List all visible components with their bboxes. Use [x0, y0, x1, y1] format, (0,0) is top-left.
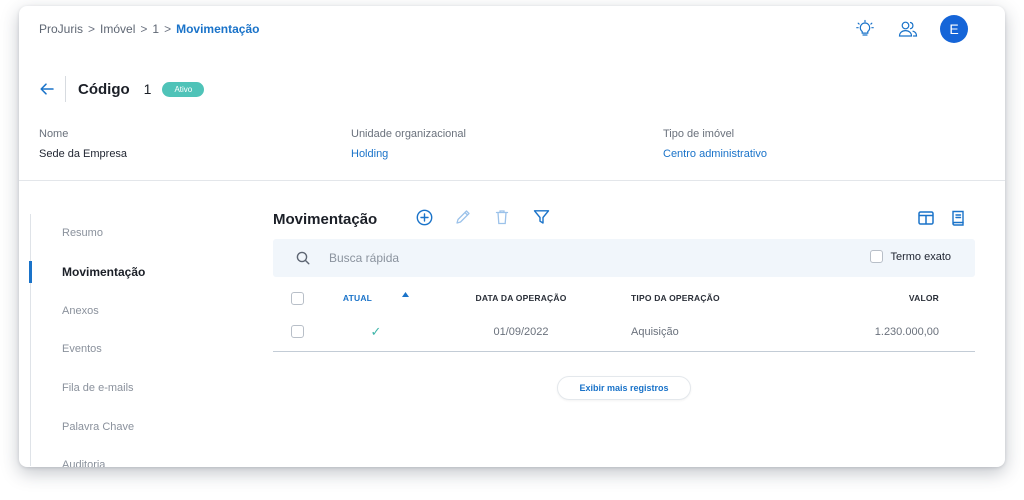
main-card: ProJuris > Imóvel > 1 > Movimentação E C… [19, 6, 1005, 467]
row-valor-cell: 1.230.000,00 [874, 325, 939, 338]
lightbulb-icon[interactable] [854, 18, 876, 40]
header-valor[interactable]: VALOR [811, 293, 975, 303]
field-label: Unidade organizacional [351, 128, 466, 140]
breadcrumb-separator: > [88, 22, 96, 36]
toolbar [415, 208, 571, 226]
add-circle-icon[interactable] [415, 208, 433, 226]
breadcrumb: ProJuris > Imóvel > 1 > Movimentação [39, 22, 259, 36]
record-code: 1 [143, 81, 152, 97]
table-header: ATUAL DATA DA OPERAÇÃO TIPO DA OPERAÇÃO … [273, 284, 975, 312]
field-value-link[interactable]: Holding [351, 148, 663, 160]
view-toggles [903, 209, 967, 227]
field-nome: Nome Sede da Empresa [39, 128, 351, 160]
section-title: Movimentação [273, 211, 378, 228]
trash-icon[interactable] [493, 208, 511, 226]
header-atual-label: ATUAL [342, 293, 373, 303]
field-tipo: Tipo de imóvel Centro administrativo [663, 128, 975, 160]
row-atual-cell: ✓ [321, 324, 431, 340]
table-view-icon[interactable] [917, 209, 935, 227]
breadcrumb-separator: > [140, 22, 148, 36]
nav-item-resumo[interactable]: Resumo [31, 214, 230, 253]
header-checkbox-cell [273, 291, 321, 305]
nav-item-auditoria[interactable]: Auditoria [31, 446, 230, 467]
nav-item-palavra-chave[interactable]: Palavra Chave [31, 407, 230, 446]
field-value-link[interactable]: Centro administrativo [663, 148, 975, 160]
checkmark-icon: ✓ [370, 323, 382, 339]
avatar[interactable]: E [940, 15, 968, 43]
header-divider [19, 180, 1005, 181]
edit-pencil-icon[interactable] [454, 208, 472, 226]
filter-icon[interactable] [532, 208, 550, 226]
breadcrumb-item-projuris[interactable]: ProJuris [39, 22, 83, 36]
header-data-operacao[interactable]: DATA DA OPERAÇÃO [431, 293, 611, 303]
header-tipo-operacao[interactable]: TIPO DA OPERAÇÃO [611, 293, 811, 303]
users-icon[interactable] [897, 18, 919, 40]
exact-term-toggle[interactable]: Termo exato [870, 250, 951, 263]
row-checkbox[interactable] [291, 325, 304, 338]
breadcrumb-item-id[interactable]: 1 [152, 22, 159, 36]
record-fields: Nome Sede da Empresa Unidade organizacio… [39, 128, 979, 160]
field-value: Sede da Empresa [39, 148, 128, 160]
record-title-row: Código 1 Ativo [39, 76, 205, 102]
search-icon [296, 251, 310, 265]
show-more-button[interactable]: Exibir mais registros [557, 376, 691, 400]
table-row[interactable]: ✓ 01/09/2022 Aquisição 1.230.000,00 [273, 312, 975, 352]
field-label: Tipo de imóvel [663, 128, 735, 140]
page-title: Código [78, 80, 130, 98]
search-bar: Termo exato [273, 239, 975, 277]
side-nav: Resumo Movimentação Anexos Eventos Fila … [29, 214, 230, 467]
movimentacao-table: ATUAL DATA DA OPERAÇÃO TIPO DA OPERAÇÃO … [273, 284, 975, 352]
exact-term-checkbox[interactable] [870, 250, 884, 263]
breadcrumb-item-imovel[interactable]: Imóvel [100, 22, 135, 36]
sort-asc-icon[interactable] [402, 291, 410, 297]
field-label: Nome [39, 128, 69, 140]
row-data-cell: 01/09/2022 [493, 325, 549, 338]
header-atual[interactable]: ATUAL [321, 291, 431, 303]
title-divider [65, 76, 66, 102]
header-actions: E [854, 15, 968, 43]
field-unidade: Unidade organizacional Holding [351, 128, 663, 160]
nav-item-movimentacao[interactable]: Movimentação [29, 253, 230, 292]
breadcrumb-current: Movimentação [176, 22, 260, 36]
nav-item-anexos[interactable]: Anexos [31, 291, 230, 330]
back-arrow-icon[interactable] [39, 81, 55, 97]
search-input[interactable] [329, 251, 809, 265]
book-icon[interactable] [949, 209, 967, 227]
row-tipo-cell: Aquisição [631, 325, 679, 338]
breadcrumb-separator: > [164, 22, 172, 36]
select-all-checkbox[interactable] [291, 291, 304, 305]
row-checkbox-cell [273, 325, 321, 338]
status-badge: Ativo [162, 81, 205, 97]
exact-term-label: Termo exato [890, 250, 951, 263]
nav-item-fila-emails[interactable]: Fila de e-mails [31, 369, 230, 408]
nav-item-eventos[interactable]: Eventos [31, 330, 230, 369]
